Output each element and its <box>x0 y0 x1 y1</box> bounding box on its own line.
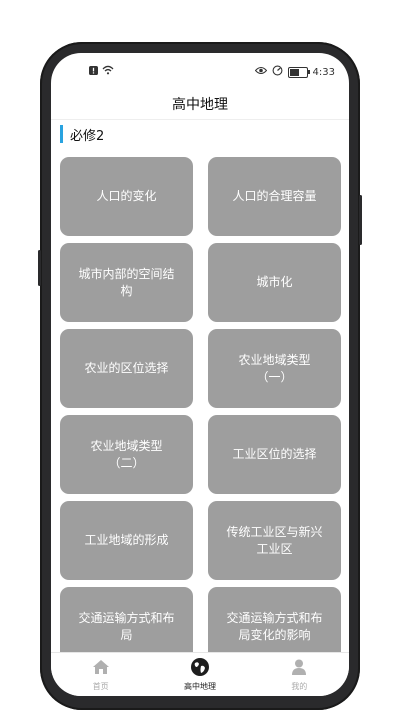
tab-home[interactable]: 首页 <box>51 653 150 696</box>
section-header: 必修2 <box>60 125 105 144</box>
tab-label: 高中地理 <box>183 682 216 691</box>
battery-icon <box>287 66 310 78</box>
topic-card[interactable]: 人口的变化 <box>60 157 193 236</box>
topic-card[interactable]: 工业区位的选择 <box>208 415 341 494</box>
section-accent-bar <box>60 125 63 143</box>
header-divider <box>51 119 349 120</box>
page-title: 高中地理 <box>172 97 228 113</box>
tab-label: 首页 <box>92 682 109 691</box>
topic-label: 城市化 <box>256 275 293 289</box>
topic-label: 工业地域的形成 <box>84 533 169 547</box>
topic-label: 农业地域类型（二） <box>90 438 163 470</box>
tab-geography[interactable]: 高中地理 <box>150 653 249 696</box>
topic-label: 人口的变化 <box>96 189 157 203</box>
tab-label: 我的 <box>291 682 308 691</box>
wifi-icon <box>102 65 114 78</box>
topic-label: 工业区位的选择 <box>232 447 317 461</box>
status-left <box>89 65 114 78</box>
bottom-tab-bar: 首页 高中地理 我的 <box>51 652 349 696</box>
topic-label: 交通运输方式和布局 <box>78 610 175 642</box>
topic-label: 城市内部的空间结构 <box>78 266 175 298</box>
topic-card[interactable]: 传统工业区与新兴工业区 <box>208 501 341 580</box>
topic-label: 人口的合理容量 <box>232 189 317 203</box>
battery-fill <box>289 68 300 76</box>
topic-label: 交通运输方式和布局变化的影响 <box>226 610 323 642</box>
tab-mine[interactable]: 我的 <box>250 653 349 696</box>
eye-icon <box>254 66 267 78</box>
volume-button <box>38 250 41 286</box>
topic-card[interactable]: 城市内部的空间结构 <box>60 243 193 322</box>
clock-time: 4:33 <box>312 66 335 78</box>
person-icon <box>289 657 309 681</box>
alert-icon <box>89 65 98 78</box>
topic-label: 传统工业区与新兴工业区 <box>226 524 323 556</box>
home-icon <box>91 657 111 681</box>
topic-card[interactable]: 城市化 <box>208 243 341 322</box>
gauge-icon <box>272 65 283 79</box>
topic-card[interactable]: 农业地域类型（二） <box>60 415 193 494</box>
topic-card[interactable]: 人口的合理容量 <box>208 157 341 236</box>
topic-label: 农业的区位选择 <box>84 361 169 375</box>
status-bar: 4:33 <box>51 53 349 91</box>
topic-card[interactable]: 工业地域的形成 <box>60 501 193 580</box>
topic-card[interactable]: 农业地域类型（一） <box>208 329 341 408</box>
section-title: 必修2 <box>70 128 105 144</box>
topic-card[interactable]: 农业的区位选择 <box>60 329 193 408</box>
screen: 4:33 高中地理 必修2 人口的变化 人口的合理容量 城市内部的空间结构 城市… <box>51 53 349 696</box>
power-button <box>359 195 362 245</box>
topic-label: 农业地域类型（一） <box>238 352 311 384</box>
globe-icon <box>190 657 210 681</box>
topic-grid: 人口的变化 人口的合理容量 城市内部的空间结构 城市化 农业的区位选择 农业地域… <box>60 157 343 666</box>
status-right: 4:33 <box>254 65 335 79</box>
